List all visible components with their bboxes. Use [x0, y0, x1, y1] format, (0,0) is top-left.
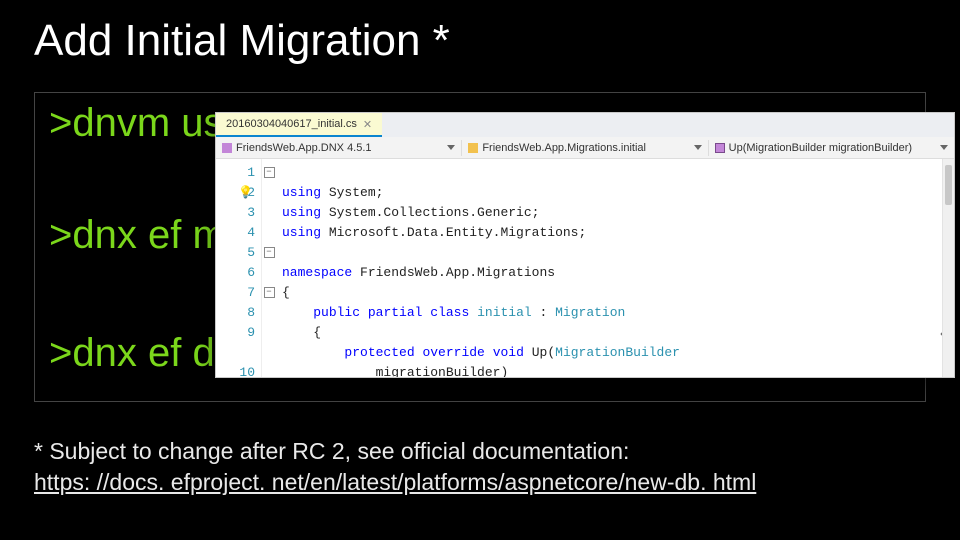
line-number: 4	[216, 223, 255, 243]
scrollbar-thumb[interactable]	[945, 165, 952, 205]
slide-title: Add Initial Migration *	[34, 16, 450, 66]
tab-filename: 20160304040617_initial.cs	[226, 118, 357, 130]
nav-namespace-label: FriendsWeb.App.Migrations.initial	[482, 142, 646, 154]
footnote: * Subject to change after RC 2, see offi…	[34, 436, 756, 498]
vertical-scrollbar[interactable]	[942, 159, 954, 377]
fold-collapse-icon[interactable]: −	[264, 247, 275, 258]
nav-method-label: Up(MigrationBuilder migrationBuilder)	[729, 142, 912, 154]
fold-column: − − −	[262, 159, 276, 377]
line-number: 8	[216, 303, 255, 323]
line-number: 9	[216, 323, 255, 343]
line-number: 5	[216, 243, 255, 263]
fold-collapse-icon[interactable]: −	[264, 167, 275, 178]
editor-tab[interactable]: 20160304040617_initial.cs ✕	[216, 113, 382, 137]
chevron-down-icon	[694, 145, 702, 150]
editor-tabbar: 20160304040617_initial.cs ✕	[216, 113, 954, 137]
project-icon	[222, 143, 232, 153]
nav-project-dropdown[interactable]: FriendsWeb.App.DNX 4.5.1	[216, 140, 462, 156]
line-number: 7	[216, 283, 255, 303]
line-number: 1	[216, 163, 255, 183]
close-tab-icon[interactable]: ✕	[363, 118, 372, 131]
terminal-line-2: >dnx ef mi	[49, 213, 235, 258]
nav-namespace-dropdown[interactable]: FriendsWeb.App.Migrations.initial	[462, 140, 708, 156]
code-text[interactable]: 💡using System; using System.Collections.…	[276, 159, 954, 377]
code-editor-window: 20160304040617_initial.cs ✕ FriendsWeb.A…	[215, 112, 955, 378]
fold-collapse-icon[interactable]: −	[264, 287, 275, 298]
nav-project-label: FriendsWeb.App.DNX 4.5.1	[236, 142, 372, 154]
line-number: 3	[216, 203, 255, 223]
chevron-down-icon	[447, 145, 455, 150]
editor-navbar: FriendsWeb.App.DNX 4.5.1 FriendsWeb.App.…	[216, 137, 954, 159]
line-number: 6	[216, 263, 255, 283]
chevron-down-icon	[940, 145, 948, 150]
nav-method-dropdown[interactable]: Up(MigrationBuilder migrationBuilder)	[709, 140, 954, 156]
footnote-link[interactable]: https: //docs. efproject. net/en/latest/…	[34, 469, 756, 495]
class-icon	[468, 143, 478, 153]
footnote-text: * Subject to change after RC 2, see offi…	[34, 438, 629, 464]
line-number: 10	[216, 363, 255, 378]
lightbulb-icon[interactable]: 💡	[238, 183, 253, 203]
method-icon	[715, 143, 725, 153]
code-area: 1 2 3 4 5 6 7 8 9 10 11 − − − 💡using Sys	[216, 159, 954, 377]
